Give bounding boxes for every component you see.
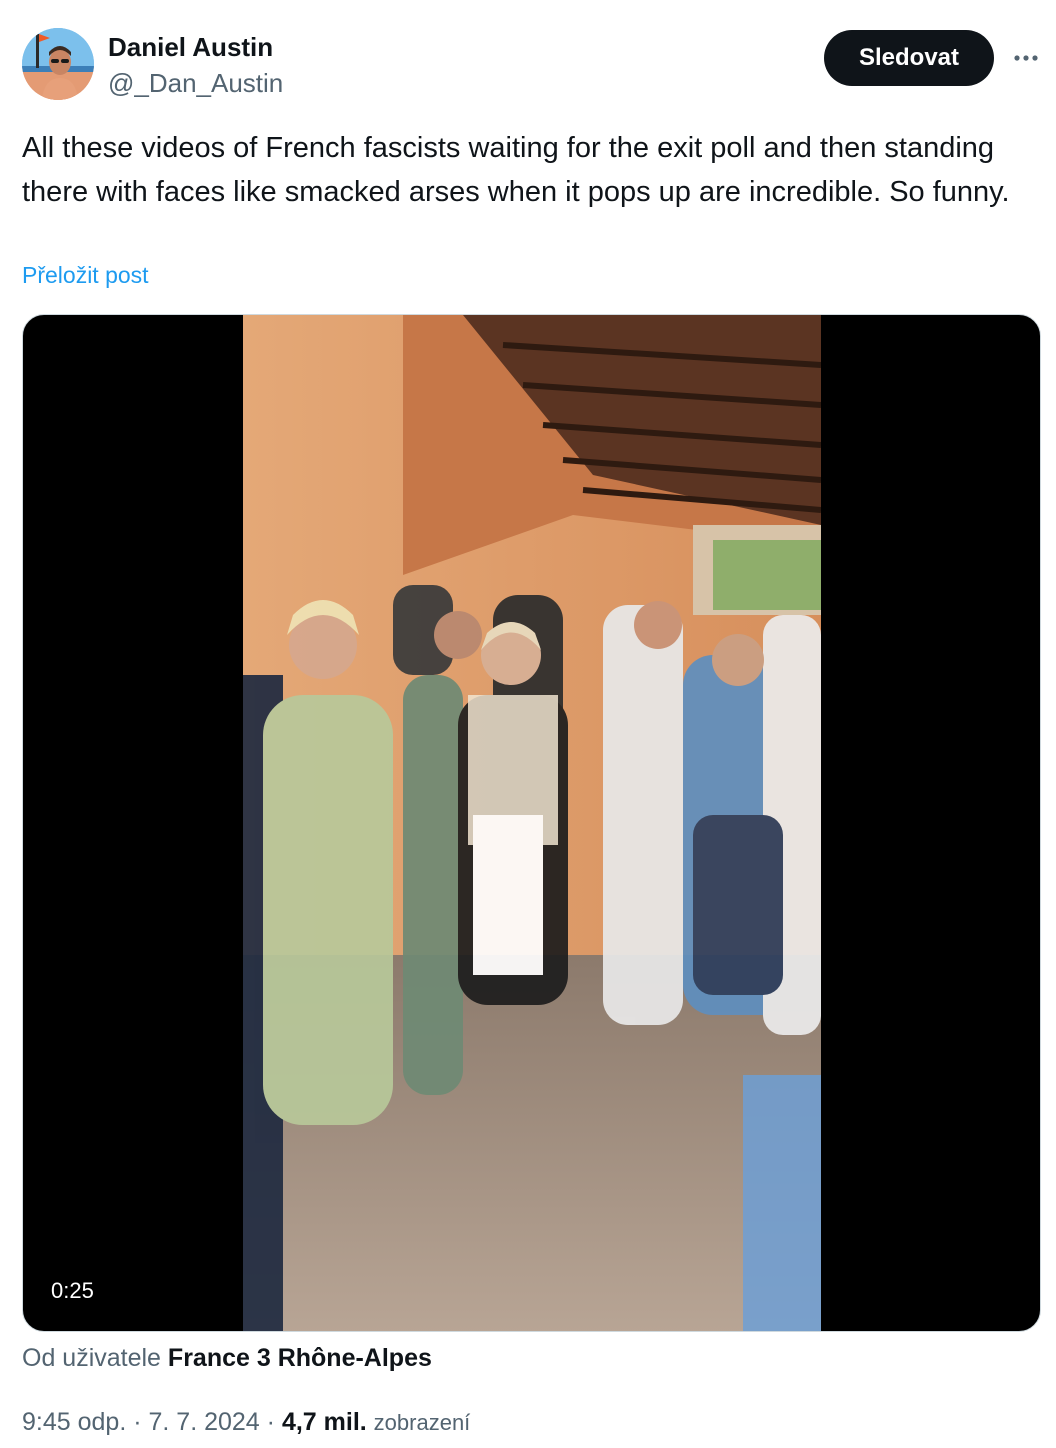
tweet-text: All these videos of French fascists wait… [22, 132, 1010, 208]
video-attribution: Od uživatele France 3 Rhône-Alpes [22, 1344, 432, 1373]
tweet-meta: 9:45 odp. · 7. 7. 2024 · 4,7 mil. zobraz… [22, 1408, 470, 1437]
video-duration: 0:25 [41, 1275, 104, 1307]
attribution-source[interactable]: France 3 Rhône-Alpes [168, 1344, 432, 1372]
follow-button[interactable]: Sledovat [824, 30, 994, 86]
post-time[interactable]: 9:45 odp. [22, 1408, 126, 1436]
meta-separator: · [133, 1408, 142, 1436]
video-player[interactable]: 0:25 [22, 314, 1041, 1332]
attribution-prefix: Od uživatele [22, 1344, 161, 1372]
meta-separator: · [266, 1408, 275, 1436]
avatar[interactable] [22, 28, 94, 100]
more-options-icon[interactable] [1010, 42, 1042, 74]
views-label: zobrazení [373, 1410, 471, 1435]
tweet-header: Daniel Austin @_Dan_Austin Sledovat [22, 28, 1042, 102]
video-frame [243, 315, 821, 1331]
post-date[interactable]: 7. 7. 2024 [149, 1408, 260, 1436]
views-count: 4,7 mil. [281, 1408, 367, 1436]
author-name[interactable]: Daniel Austin [108, 32, 273, 63]
translate-post-link[interactable]: Přeložit post [22, 262, 149, 289]
profile-photo-icon [22, 28, 94, 100]
author-handle[interactable]: @_Dan_Austin [108, 68, 283, 99]
